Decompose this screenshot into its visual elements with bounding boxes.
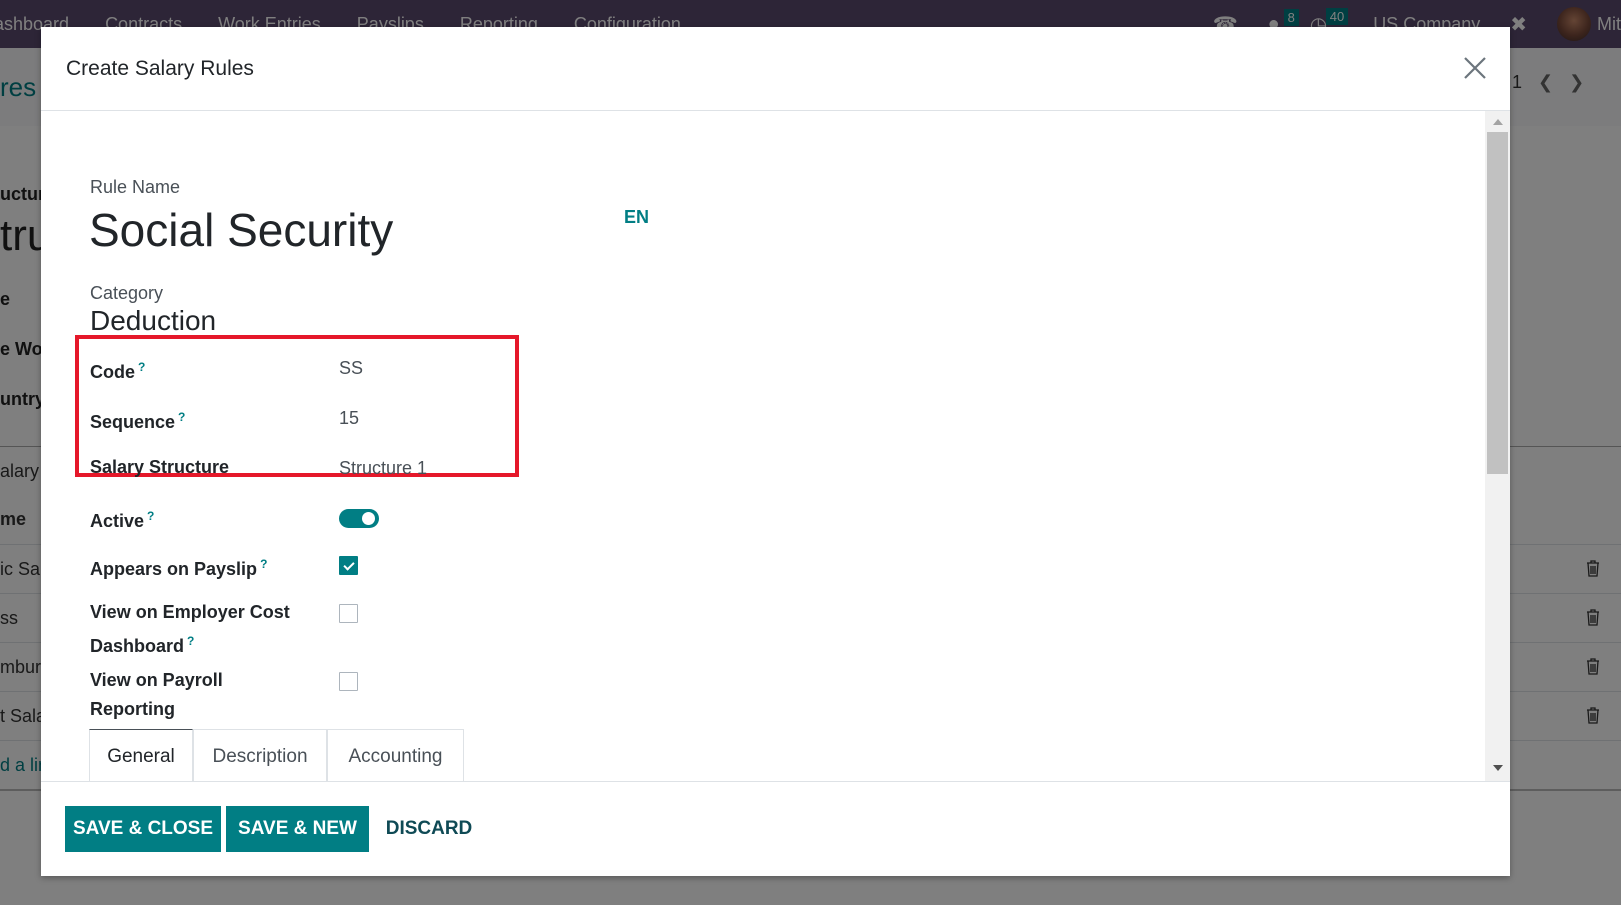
scroll-up-icon[interactable] (1493, 119, 1503, 125)
help-icon[interactable]: ? (178, 410, 185, 424)
save-close-button[interactable]: SAVE & CLOSE (65, 806, 221, 852)
active-toggle[interactable] (339, 509, 379, 528)
employer-cost-label: View on Employer Cost Dashboard? (90, 602, 290, 656)
language-button[interactable]: EN (624, 207, 649, 228)
modal-title: Create Salary Rules (66, 57, 254, 80)
rule-name-field[interactable]: Social Security (89, 203, 393, 257)
modal-header: Create Salary Rules (41, 27, 1510, 111)
help-icon[interactable]: ? (260, 557, 267, 571)
payroll-reporting-label: View on Payroll Reporting (90, 670, 223, 719)
employer-cost-checkbox[interactable] (339, 604, 358, 623)
category-field[interactable]: Deduction (90, 305, 216, 337)
tab-general[interactable]: General (89, 729, 193, 781)
help-icon[interactable]: ? (138, 360, 145, 374)
help-icon[interactable]: ? (187, 634, 194, 648)
scrollbar-thumb[interactable] (1487, 132, 1508, 474)
create-salary-rule-dialog: Create Salary Rules Rule Name Social Sec… (41, 27, 1510, 876)
sequence-field[interactable]: 15 (339, 408, 359, 429)
scrollbar[interactable] (1485, 111, 1510, 781)
active-label: Active? (90, 509, 155, 531)
category-label: Category (90, 283, 164, 303)
code-field[interactable]: SS (339, 358, 363, 379)
appears-on-payslip-label: Appears on Payslip? (90, 557, 268, 579)
close-icon[interactable] (1462, 55, 1488, 81)
appears-on-payslip-checkbox[interactable] (339, 556, 358, 575)
modal-footer: SAVE & CLOSE SAVE & NEW DISCARD (41, 781, 1510, 876)
salary-structure-label: Salary Structure (90, 457, 230, 477)
sequence-label: Sequence? (90, 410, 186, 432)
save-new-button[interactable]: SAVE & NEW (226, 806, 369, 852)
discard-button[interactable]: DISCARD (381, 806, 477, 852)
code-label: Code? (90, 360, 146, 382)
tab-description[interactable]: Description (193, 729, 327, 781)
payroll-reporting-checkbox[interactable] (339, 672, 358, 691)
form-tabs: General Description Accounting (65, 729, 1461, 781)
tab-accounting[interactable]: Accounting (327, 729, 464, 781)
modal-body: Rule Name Social Security EN Category De… (41, 111, 1510, 781)
scroll-down-icon[interactable] (1493, 765, 1503, 771)
salary-structure-field[interactable]: Structure 1 (339, 458, 427, 479)
help-icon[interactable]: ? (147, 509, 154, 523)
rule-name-label: Rule Name (90, 177, 181, 197)
